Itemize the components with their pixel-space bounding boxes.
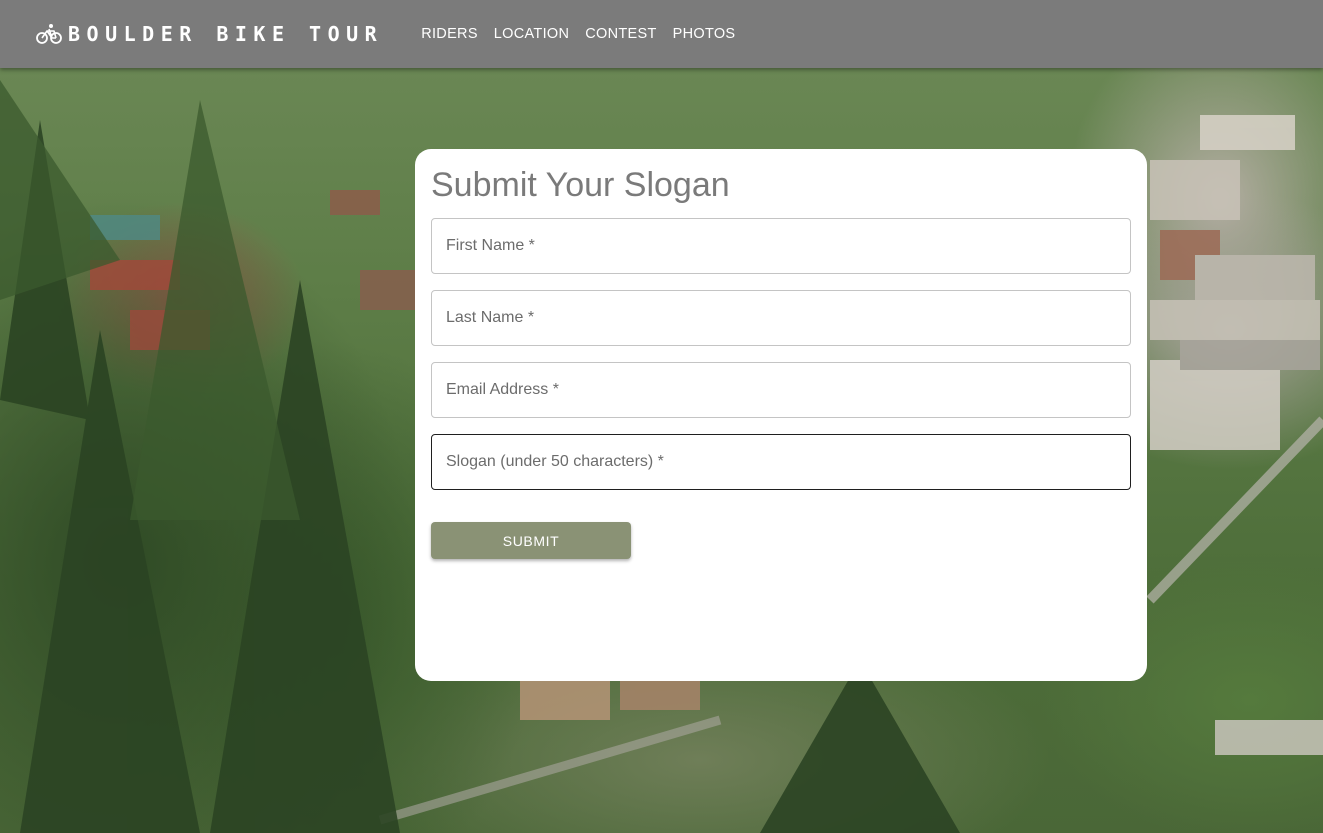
brand-title: BOULDER BIKE TOUR [68, 22, 384, 46]
form-title: Submit Your Slogan [431, 166, 730, 204]
nav-link-contest[interactable]: CONTEST [585, 26, 656, 42]
submit-button[interactable]: SUBMIT [431, 522, 631, 559]
slogan-label: Slogan (under 50 characters) * [446, 453, 664, 470]
first-name-label: First Name * [446, 237, 535, 254]
first-name-field[interactable]: First Name * [431, 218, 1131, 274]
nav-link-location[interactable]: LOCATION [494, 26, 569, 42]
email-label: Email Address * [446, 381, 559, 398]
top-navbar: BOULDER BIKE TOUR RIDERS LOCATION CONTES… [0, 0, 1323, 68]
brand-link[interactable]: BOULDER BIKE TOUR [36, 22, 383, 46]
nav-link-photos[interactable]: PHOTOS [673, 26, 736, 42]
slogan-form-card: Submit Your Slogan First Name * Last Nam… [415, 149, 1147, 681]
last-name-field[interactable]: Last Name * [431, 290, 1131, 346]
email-field[interactable]: Email Address * [431, 362, 1131, 418]
last-name-label: Last Name * [446, 309, 535, 326]
slogan-field[interactable]: Slogan (under 50 characters) * [431, 434, 1131, 490]
nav-link-riders[interactable]: RIDERS [421, 26, 478, 42]
bicycle-icon [36, 24, 62, 44]
